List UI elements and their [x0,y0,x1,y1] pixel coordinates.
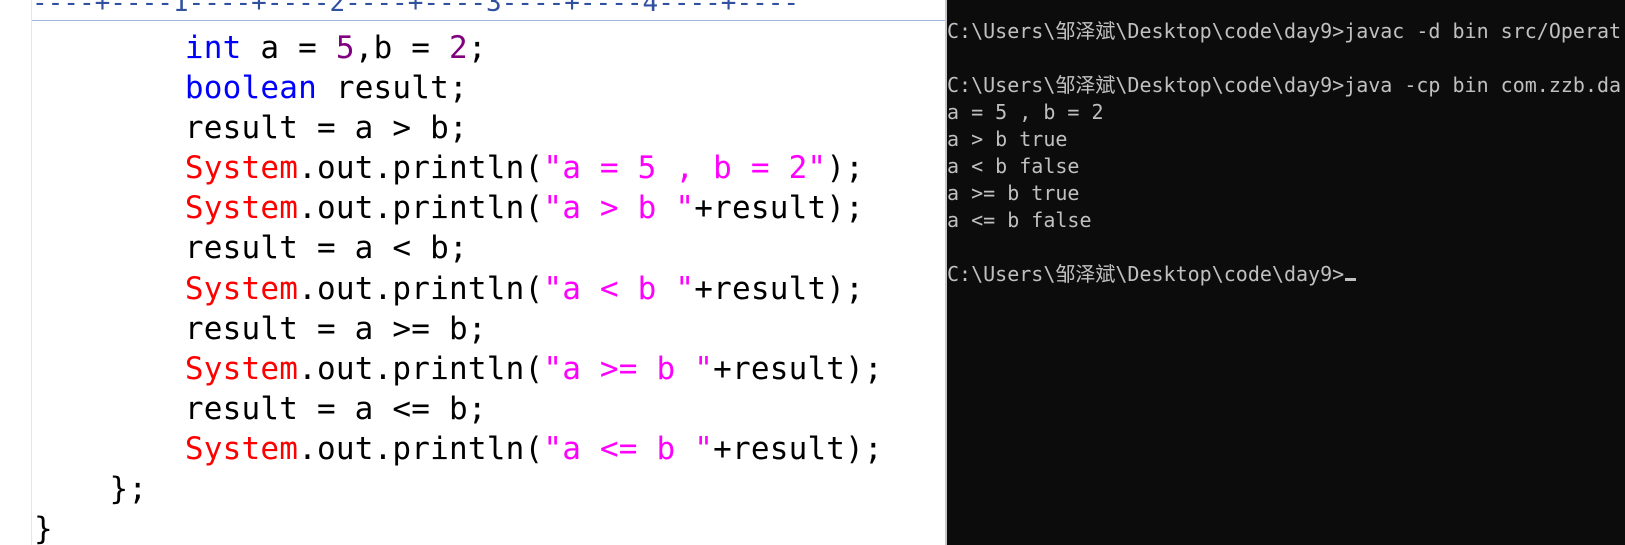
code-token: ,b = [354,30,450,66]
code-token: ; [467,30,487,66]
code-line[interactable]: result = a > b; [34,108,883,148]
code-token-str: "a = 5 , b = 2" [543,150,827,187]
code-token-str: "a >= b " [543,350,714,387]
terminal-line-text: C:\Users\邹泽斌\Desktop\code\day9>java -cp … [947,73,1622,97]
code-line[interactable]: }; [34,469,883,509]
code-token: +result); [694,190,865,227]
code-area[interactable]: int a = 5,b = 2; boolean result; result … [34,28,883,545]
ruler-mark-1: 1 [172,0,189,18]
terminal-line-text: a = 5 , b = 2 [947,100,1104,124]
code-token-str: "a > b " [543,190,695,227]
terminal-output: C:\Users\邹泽斌\Desktop\code\day9>javac -d … [947,18,1621,288]
code-token: }; [34,471,148,508]
ruler-mark-4: 4 [642,0,659,18]
ruler-mark-2: 2 [329,0,346,18]
terminal-line-text: a <= b false [947,208,1092,232]
code-token-kw: int [184,30,242,66]
code-token: result = a >= b; [34,310,487,347]
terminal-line-text: C:\Users\邹泽斌\Desktop\code\day9> [947,262,1345,286]
terminal-line: a < b false [947,153,1621,180]
code-token: +result); [713,350,883,387]
terminal-line-text: a > b true [947,127,1068,151]
code-token-cls: System [184,150,299,187]
code-token-num: 5 [335,30,355,66]
code-token: result = a < b; [34,230,468,267]
code-token: result = a > b; [34,110,468,147]
terminal-line: a <= b false [947,207,1621,234]
column-ruler: ----+----1----+----2----+----3----+----4… [32,0,945,21]
code-token-str: "a <= b " [543,430,714,467]
code-token-str: "a < b " [543,270,695,307]
code-token: .out.println( [298,270,544,307]
code-token: .out.println( [298,150,544,187]
code-token: } [34,511,53,545]
code-line[interactable]: System.out.println("a <= b "+result); [34,429,883,469]
code-token: result; [316,70,468,107]
code-line[interactable]: System.out.println("a > b "+result); [34,188,883,228]
code-token: a = [241,30,336,66]
code-line[interactable]: } [34,509,883,545]
terminal-line: a >= b true [947,180,1621,207]
code-token-cls: System [184,350,299,387]
terminal-line: C:\Users\邹泽斌\Desktop\code\day9>java -cp … [947,72,1621,99]
terminal-line: C:\Users\邹泽斌\Desktop\code\day9> [947,261,1621,288]
terminal-line-text: a >= b true [947,181,1080,205]
terminal-window[interactable]: C:\Users\邹泽斌\Desktop\code\day9>javac -d … [945,0,1625,545]
ruler-mark-3: 3 [485,0,502,18]
code-token-cls: System [184,270,299,307]
code-line[interactable]: int a = 5,b = 2; [34,28,883,68]
code-line[interactable]: result = a < b; [34,228,883,268]
code-token: .out.println( [298,430,544,467]
code-token: +result); [713,430,883,467]
code-line[interactable]: result = a <= b; [34,389,883,429]
code-token: result = a <= b; [34,390,487,427]
gutter-divider [31,0,32,545]
terminal-line-text: a < b false [947,154,1080,178]
terminal-line-text: C:\Users\邹泽斌\Desktop\code\day9>javac -d … [947,19,1622,43]
code-token-kw: boolean [184,70,317,107]
terminal-cursor [1345,278,1357,281]
code-token: .out.println( [298,350,544,387]
code-line[interactable]: result = a >= b; [34,309,883,349]
code-token-cls: System [184,190,299,227]
code-token-num: 2 [449,30,468,66]
code-line[interactable]: System.out.println("a = 5 , b = 2"); [34,148,883,188]
terminal-line: a = 5 , b = 2 [947,99,1621,126]
code-token: .out.println( [298,190,544,227]
code-token: ); [826,150,865,187]
code-line[interactable]: System.out.println("a < b "+result); [34,269,883,309]
code-token: +result); [694,270,865,307]
terminal-line: C:\Users\邹泽斌\Desktop\code\day9>javac -d … [947,18,1621,45]
code-token-cls: System [184,430,299,467]
code-line[interactable]: System.out.println("a >= b "+result); [34,349,883,389]
code-line[interactable]: boolean result; [34,68,883,108]
code-editor[interactable]: ----+----1----+----2----+----3----+----4… [0,0,945,545]
terminal-line: a > b true [947,126,1621,153]
